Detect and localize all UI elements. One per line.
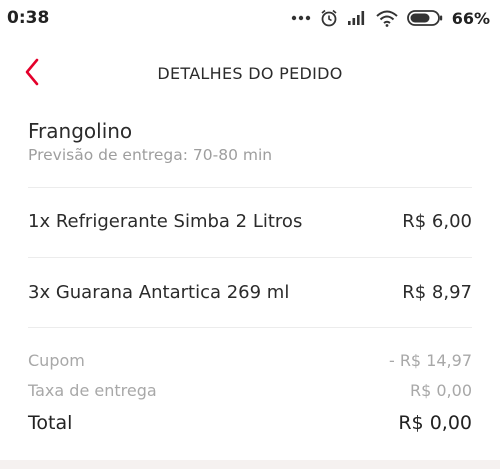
signal-icon (347, 10, 367, 26)
delivery-fee-value: R$ 0,00 (409, 381, 472, 400)
page-title: DETALHES DO PEDIDO (157, 64, 343, 83)
status-icons: 66% (291, 8, 490, 28)
item-price: R$ 8,97 (402, 282, 472, 303)
coupon-label: Cupom (28, 351, 85, 370)
delivery-fee-row: Taxa de entrega R$ 0,00 (28, 381, 472, 405)
more-dots-icon (291, 15, 311, 21)
coupon-value: - R$ 14,97 (388, 351, 472, 370)
list-item: 1x Refrigerante Simba 2 Litros R$ 6,00 (28, 211, 472, 241)
battery-icon (406, 9, 443, 27)
item-label: 1x Refrigerante Simba 2 Litros (28, 211, 303, 232)
item-price: R$ 6,00 (402, 211, 472, 232)
total-value: R$ 0,00 (398, 412, 472, 434)
delivery-estimate: Previsão de entrega: 70-80 min (28, 146, 273, 164)
list-item: 3x Guarana Antartica 269 ml R$ 8,97 (28, 282, 472, 312)
status-bar: 0:38 66% (0, 0, 500, 36)
total-row: Total R$ 0,00 (28, 412, 472, 440)
coupon-row: Cupom - R$ 14,97 (28, 351, 472, 375)
divider (28, 187, 472, 188)
battery-percentage: 66% (451, 8, 490, 28)
delivery-fee-label: Taxa de entrega (28, 381, 157, 400)
wifi-icon (376, 10, 398, 27)
header: DETALHES DO PEDIDO (0, 52, 500, 96)
alarm-icon (320, 9, 338, 27)
divider (28, 327, 472, 328)
item-label: 3x Guarana Antartica 269 ml (28, 282, 290, 303)
divider (28, 257, 472, 258)
total-label: Total (28, 412, 73, 434)
bottom-panel-edge (0, 460, 500, 469)
restaurant-name: Frangolino (28, 119, 133, 143)
status-time: 0:38 (7, 8, 50, 28)
